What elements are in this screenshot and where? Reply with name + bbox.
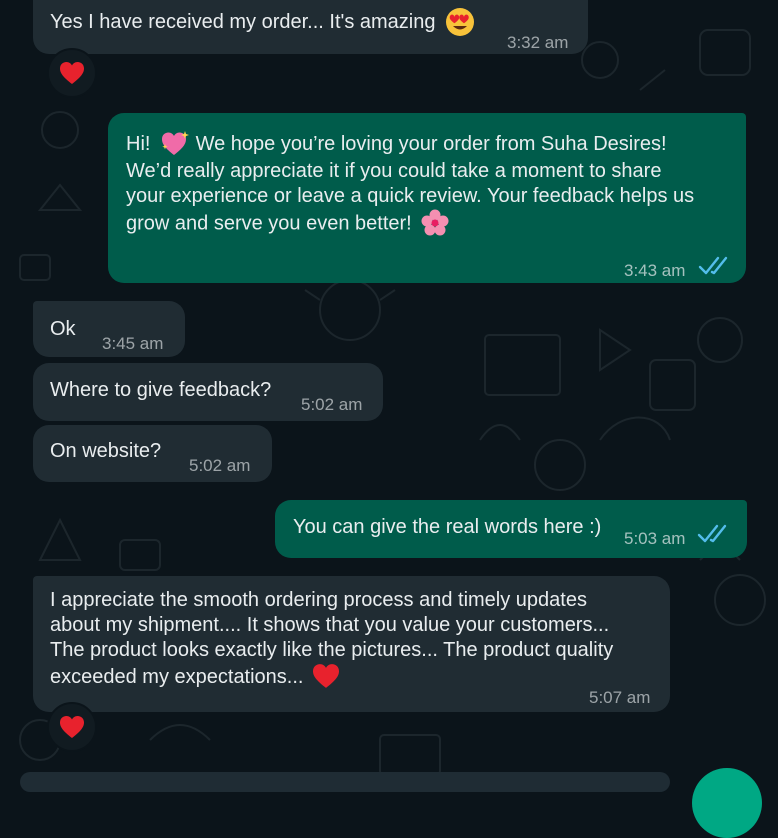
message-time: 5:02 am [189, 456, 251, 475]
message-time: 5:07 am [589, 688, 651, 707]
message-time: 5:03 am [624, 529, 686, 548]
message-text: Ok [50, 318, 76, 340]
greeting-text: Hi! [126, 132, 151, 155]
message-bubble-incoming[interactable]: Ok 3:45 am [33, 301, 185, 357]
message-bubble-incoming[interactable]: On website? 5:02 am [33, 425, 272, 482]
message-bubble-incoming[interactable]: Yes I have received my order... It's ama… [33, 0, 588, 54]
reaction-badge[interactable] [47, 702, 97, 752]
next-message-bubble [20, 772, 670, 792]
message-time: 3:45 am [102, 334, 164, 353]
heart-eyes-emoji [441, 7, 475, 38]
message-time: 3:43 am [624, 261, 686, 280]
message-bubble-incoming[interactable]: Where to give feedback? 5:02 am [33, 363, 383, 421]
heart-emoji [309, 663, 341, 692]
message-text: Yes I have received my order... It's ama… [50, 10, 436, 33]
message-text: Where to give feedback? [50, 379, 272, 401]
cherry-blossom-emoji [417, 209, 449, 239]
heart-emoji [60, 62, 84, 84]
read-receipt-icon [697, 524, 727, 543]
read-receipt-icon [698, 256, 728, 275]
message-text: We hope you’re loving your order from Su… [126, 132, 695, 235]
message-bubble-incoming[interactable]: I appreciate the smooth ordering process… [33, 576, 670, 712]
message-text: You can give the real words here :) [293, 516, 602, 538]
sparkling-heart-emoji [156, 130, 190, 159]
heart-emoji [60, 716, 84, 738]
message-bubble-outgoing[interactable]: Hi! We hope you’re loving your order fro… [108, 113, 746, 283]
message-bubble-outgoing[interactable]: You can give the real words here :) 5:03… [275, 500, 747, 558]
reaction-badge[interactable] [47, 48, 97, 98]
message-text: On website? [50, 440, 162, 462]
message-time: 5:02 am [301, 395, 363, 414]
message-time: 3:32 am [507, 33, 569, 52]
